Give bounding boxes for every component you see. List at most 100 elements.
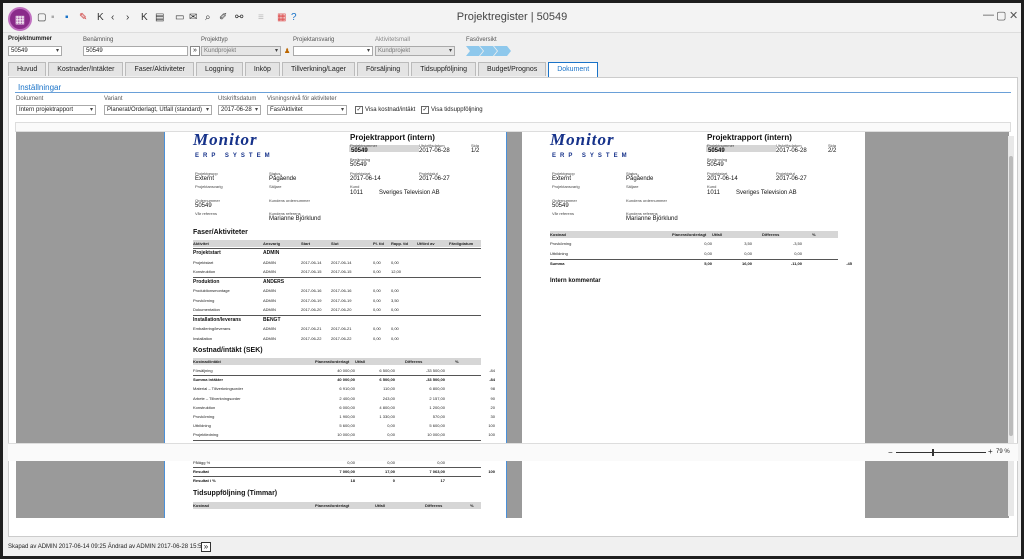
tid-header-cell: Differens: [425, 503, 443, 508]
table-cell: 20: [490, 404, 495, 410]
utskriftsdatum-value: 2017-06-28: [419, 148, 450, 154]
table-cell: 0,00: [391, 335, 399, 341]
table-cell: 2017-06-20: [331, 307, 352, 312]
table-cell: 100: [488, 423, 495, 429]
table-cell: BENGT: [263, 316, 281, 323]
dokument-panel: Inställningar Dokument Intern projektrap…: [8, 77, 1018, 537]
visa-kostnad-checkbox[interactable]: ✓: [355, 106, 363, 114]
tab-dokument[interactable]: Dokument: [548, 62, 599, 77]
tab-forsaljning[interactable]: Försäljning: [356, 62, 410, 76]
zoom-in-icon[interactable]: +: [988, 447, 993, 456]
tab-budget[interactable]: Budget/Prognos: [478, 62, 547, 76]
table-cell: 0,00: [704, 251, 712, 256]
aktivitetsmall-field[interactable]: Kundprojekt: [375, 46, 455, 56]
expand-icon[interactable]: »: [190, 46, 200, 56]
minimize-button[interactable]: —: [983, 9, 994, 21]
table-cell: 5,00: [704, 261, 712, 266]
sida-value: 1/2: [471, 148, 480, 154]
table-sum-rule: [193, 476, 481, 478]
tab-loggning[interactable]: Loggning: [196, 62, 243, 76]
projektgrupp-value: Externt: [195, 176, 215, 182]
report-title: Projektrapport (intern): [350, 133, 435, 142]
fasoversikt-label: Fasöversikt: [466, 37, 497, 43]
tab-huvud[interactable]: Huvud: [8, 62, 47, 76]
tid-title: Tidsuppföljning (Timmar): [193, 490, 278, 497]
person-icon[interactable]: ♟: [284, 47, 290, 55]
table-cell: -84: [489, 368, 495, 373]
dokument-select[interactable]: Intern projektrapport: [16, 105, 96, 115]
table-cell: 90: [490, 395, 495, 401]
scrollbar-thumb[interactable]: [1009, 156, 1013, 436]
table-cell: 6 800,00: [429, 386, 445, 392]
table-cell: Provkörning: [193, 297, 215, 303]
table-cell: 0,00: [391, 288, 399, 293]
table-cell: 100: [488, 432, 495, 438]
table-cell: 30: [490, 414, 495, 419]
zoom-slider-knob[interactable]: [931, 449, 934, 456]
tab-faser[interactable]: Faser/Aktiviteter: [125, 62, 195, 76]
table-cell: 0,00: [373, 297, 381, 303]
table-header-cell: Planerat/orderlagt: [315, 359, 350, 364]
label-saljare: Säljare: [626, 184, 639, 189]
table-cell: Arbete – Tillverkningsorder: [193, 395, 241, 401]
projektnummer-field[interactable]: 50549: [8, 46, 62, 56]
table-cell: 2017-06-15: [331, 269, 352, 274]
table-cell: 0,00: [373, 288, 381, 293]
table-cell: Dokumentation: [193, 307, 220, 312]
intern-kommentar-title: Intern kommentar: [550, 278, 601, 284]
sida-value: 2/2: [828, 148, 837, 154]
zoom-slider[interactable]: [896, 452, 986, 453]
table-cell: 2017-06-19: [301, 297, 322, 303]
table-cell: ADMIN: [263, 288, 276, 293]
table-cell: Provkörning: [193, 414, 215, 419]
history-button[interactable]: »: [201, 542, 211, 552]
table-header-cell: Start: [301, 241, 311, 246]
ordernummer-value: 50549: [195, 203, 212, 209]
table-cell: 0,00: [373, 326, 381, 331]
tab-inkop[interactable]: Inköp: [244, 62, 280, 76]
projektnummer-value: 50549: [708, 148, 725, 154]
table-sum-rule: [193, 439, 481, 441]
dokument-label: Dokument: [16, 96, 44, 102]
table-header-cell: %: [812, 232, 816, 237]
tab-bar: Huvud Kostnader/Intäkter Faser/Aktivitet…: [8, 62, 600, 77]
table-cell: Emballering/leverans: [193, 326, 231, 331]
kundens-referens-value: Marianne Björklund: [626, 216, 678, 222]
close-button[interactable]: ✕: [1009, 9, 1018, 22]
table-cell: 0: [392, 478, 395, 484]
tab-kostnader[interactable]: Kostnader/Intäkter: [48, 62, 124, 76]
tab-tillverkning[interactable]: Tillverkning/Lager: [281, 62, 355, 76]
table-cell: 40 000,00: [337, 377, 355, 383]
table-cell: Provkörning: [550, 241, 572, 246]
table-cell: 40 000,00: [337, 368, 355, 373]
utskrift-date[interactable]: 2017-06-28: [218, 105, 261, 115]
fas-title: Faser/Aktiviteter: [193, 229, 248, 236]
table-header-cell: Kostnad: [550, 232, 566, 237]
label-kundens-ordernummer: Kundens ordernummer: [269, 198, 310, 203]
table-cell: 2017-06-22: [301, 335, 322, 341]
maximize-button[interactable]: ▢: [996, 9, 1006, 22]
table-cell: 0,00: [744, 251, 752, 256]
table-cell: 0,00: [387, 423, 395, 429]
table-header-cell: Aktivitet: [193, 241, 209, 246]
visa-tid-checkbox[interactable]: ✓: [421, 106, 429, 114]
table-cell: Utbildning: [193, 423, 211, 429]
phase-overview-chevrons[interactable]: [466, 46, 512, 56]
divider: [15, 92, 1011, 93]
table-sum-rule: [193, 375, 481, 377]
visning-select[interactable]: Fas/Aktivitet: [267, 105, 347, 115]
benamning-field[interactable]: 50549: [83, 46, 188, 56]
table-header-cell: Slut: [331, 241, 339, 246]
table-cell: 243,00: [382, 395, 395, 401]
zoom-out-icon[interactable]: −: [888, 448, 893, 457]
variant-select[interactable]: Planerat/Orderlagt, Utfall (standard): [104, 105, 212, 115]
table-cell: Konstruktion: [193, 269, 216, 274]
table-cell: -84: [489, 377, 495, 383]
tab-tidsuppfoljning[interactable]: Tidsuppföljning: [411, 62, 477, 76]
table-cell: 2017-06-15: [301, 269, 322, 274]
projektansvarig-field[interactable]: [293, 46, 373, 56]
viewer-toolbar: [15, 122, 1011, 132]
projekttyp-field[interactable]: Kundprojekt: [201, 46, 281, 56]
table-cell: 3,50: [391, 297, 399, 303]
table-cell: 2 157,00: [429, 395, 445, 401]
